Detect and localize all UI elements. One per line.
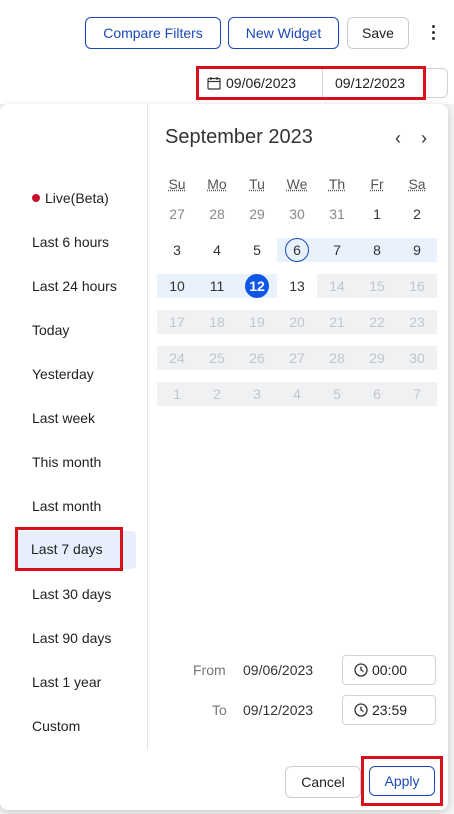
to-time-value: 23:59 [372, 702, 408, 718]
weekday-mo: Mo [207, 176, 227, 192]
calendar-day[interactable]: 2 [397, 202, 437, 226]
clock-icon [354, 663, 368, 677]
preset-last-6-hours[interactable]: Last 6 hours [16, 223, 136, 261]
chevron-left-icon[interactable]: ‹ [391, 128, 405, 148]
weekday-su: Su [168, 176, 186, 192]
calendar-day[interactable]: 8 [357, 238, 397, 262]
live-dot-icon [32, 194, 40, 202]
preset-custom[interactable]: Custom [16, 707, 136, 745]
calendar-day[interactable]: 29 [237, 202, 277, 226]
weekday-sa: Sa [408, 176, 426, 192]
date-range-from-value: 09/06/2023 [226, 75, 297, 91]
calendar-day[interactable]: 9 [397, 238, 437, 262]
preset-last-month[interactable]: Last month [16, 487, 136, 525]
calendar-day: 24 [169, 350, 185, 366]
preset-live-beta[interactable]: Live(Beta) [16, 179, 136, 217]
preset-last-90-days[interactable]: Last 90 days [16, 619, 136, 657]
calendar-day[interactable]: 30 [277, 202, 317, 226]
calendar-day[interactable]: 31 [317, 202, 357, 226]
to-time-input[interactable]: 23:59 [342, 695, 436, 725]
calendar-day[interactable]: 10 [157, 274, 197, 298]
more-options-icon[interactable] [424, 18, 442, 46]
calendar-day: 21 [329, 314, 345, 330]
preset-last-1-year[interactable]: Last 1 year [16, 663, 136, 701]
apply-button[interactable]: Apply [369, 766, 435, 796]
calendar-day[interactable]: 5 [237, 238, 277, 262]
save-button[interactable]: Save [347, 17, 409, 49]
calendar-day[interactable]: 12 [237, 274, 277, 298]
to-date: 09/12/2023 [243, 702, 314, 718]
weekday-tu: Tu [249, 176, 265, 192]
calendar-day: 15 [369, 278, 385, 294]
calendar-day: 16 [409, 278, 425, 294]
from-label: From [193, 662, 226, 678]
calendar-day: 29 [369, 350, 385, 366]
calendar-day: 14 [329, 278, 345, 294]
preset-yesterday[interactable]: Yesterday [16, 355, 136, 393]
calendar-day[interactable]: 4 [197, 238, 237, 262]
from-time-input[interactable]: 00:00 [342, 655, 436, 685]
calendar-day: 7 [413, 386, 421, 402]
date-range-from[interactable]: 09/06/2023 [199, 69, 323, 97]
calendar-day: 20 [289, 314, 305, 330]
calendar-day[interactable]: 28 [197, 202, 237, 226]
top-toolbar: Compare Filters New Widget Save 09/06/20… [0, 0, 454, 104]
calendar-day: 1 [173, 386, 181, 402]
calendar-day[interactable]: 13 [277, 274, 317, 298]
calendar-day: 26 [249, 350, 265, 366]
range-start-day: 6 [285, 238, 309, 262]
to-label: To [212, 702, 227, 718]
range-end-day: 12 [245, 274, 269, 298]
calendar-day: 17 [169, 314, 185, 330]
calendar-day: 30 [409, 350, 425, 366]
date-range-picker[interactable]: 09/06/2023 09/12/2023 [196, 66, 426, 100]
calendar-day: 19 [249, 314, 265, 330]
calendar-day[interactable]: 1 [357, 202, 397, 226]
calendar-day[interactable]: 6 [277, 238, 317, 262]
preset-last-week[interactable]: Last week [16, 399, 136, 437]
calendar-day: 4 [293, 386, 301, 402]
preset-list: Live(Beta) Last 6 hours Last 24 hours To… [0, 104, 148, 750]
apply-highlight: Apply [361, 756, 443, 806]
compare-filters-button[interactable]: Compare Filters [85, 17, 221, 49]
calendar-day: 2 [213, 386, 221, 402]
date-picker-panel: Live(Beta) Last 6 hours Last 24 hours To… [0, 104, 448, 810]
calendar-day[interactable]: 3 [157, 238, 197, 262]
calendar-month-title: September 2023 [165, 126, 313, 148]
calendar-day: 22 [369, 314, 385, 330]
calendar-day: 23 [409, 314, 425, 330]
weekday-th: Th [328, 176, 346, 192]
new-widget-button[interactable]: New Widget [228, 17, 339, 49]
date-range-extra [426, 68, 448, 98]
calendar-day[interactable]: 11 [197, 274, 237, 298]
calendar-day[interactable]: 27 [157, 202, 197, 226]
clock-icon [354, 703, 368, 717]
calendar-day: 3 [253, 386, 261, 402]
calendar-icon [207, 77, 221, 90]
calendar-day: 6 [373, 386, 381, 402]
chevron-right-icon[interactable]: › [417, 128, 431, 148]
calendar-day: 18 [209, 314, 225, 330]
preset-last-7-days-highlight[interactable]: Last 7 days [15, 527, 123, 571]
calendar-day: 27 [289, 350, 305, 366]
preset-last-30-days[interactable]: Last 30 days [16, 575, 136, 613]
weekday-we: We [286, 176, 308, 192]
preset-label: Live(Beta) [45, 190, 109, 206]
calendar-day[interactable]: 7 [317, 238, 357, 262]
weekday-fr: Fr [370, 176, 384, 192]
calendar-day: 28 [329, 350, 345, 366]
from-time-value: 00:00 [372, 662, 408, 678]
from-date: 09/06/2023 [243, 662, 314, 678]
calendar-day: 25 [209, 350, 225, 366]
preset-this-month[interactable]: This month [16, 443, 136, 481]
calendar-day: 5 [333, 386, 341, 402]
date-range-to[interactable]: 09/12/2023 [323, 69, 405, 97]
preset-last-24-hours[interactable]: Last 24 hours [16, 267, 136, 305]
preset-today[interactable]: Today [16, 311, 136, 349]
cancel-button[interactable]: Cancel [285, 766, 361, 798]
date-range-to-value: 09/12/2023 [335, 75, 406, 91]
